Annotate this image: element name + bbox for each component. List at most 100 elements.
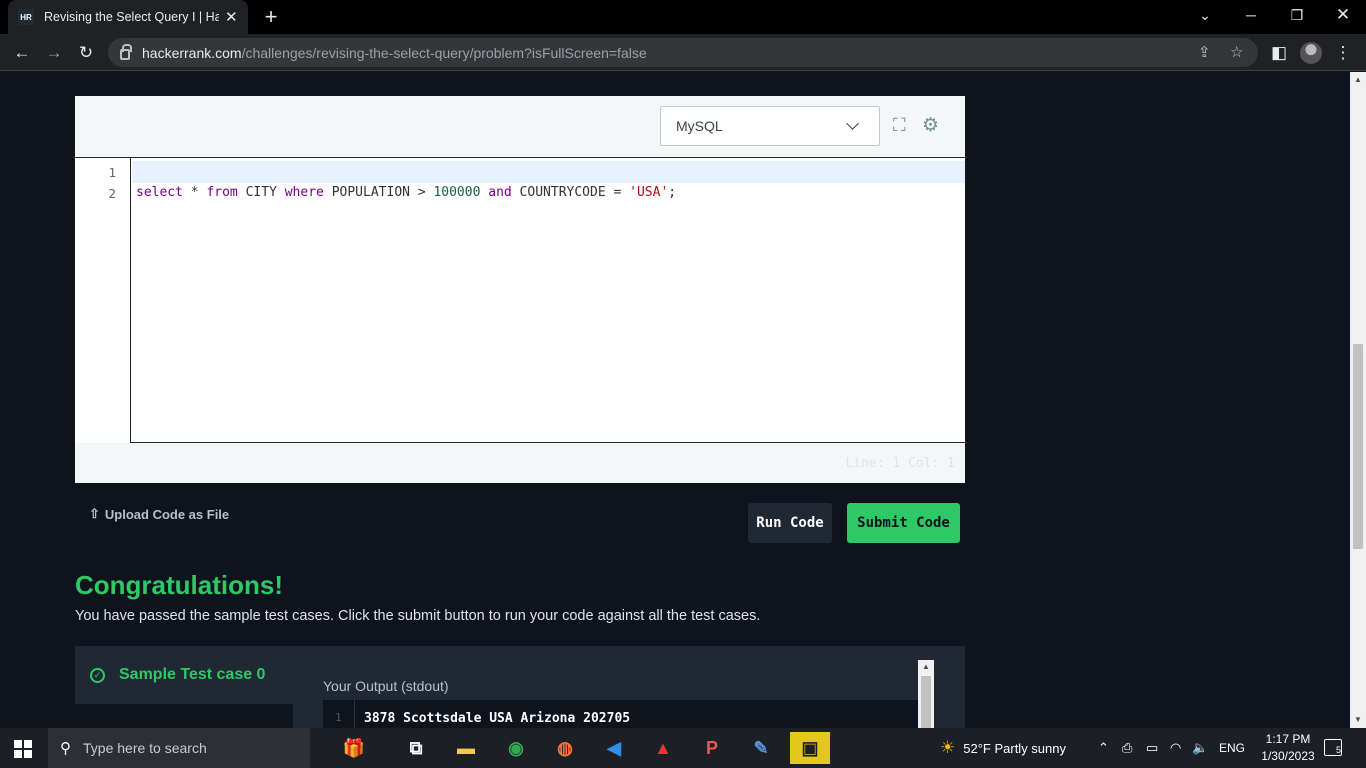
- output-line-number: 1: [335, 711, 342, 724]
- firefox-icon[interactable]: ◍: [545, 732, 585, 764]
- gear-icon[interactable]: ⚙: [922, 114, 939, 137]
- scroll-down-arrow-icon[interactable]: ▼: [1354, 715, 1362, 724]
- taskbar-search[interactable]: ⚲ Type here to search: [48, 728, 310, 768]
- taskbar-search-placeholder: Type here to search: [83, 740, 207, 756]
- active-line-highlight: [132, 161, 965, 183]
- search-icon: ⚲: [60, 740, 71, 757]
- output-box: 1 3878 Scottsdale USA Arizona 202705: [323, 700, 918, 728]
- vscode-icon[interactable]: ◀: [594, 732, 634, 764]
- keyword-token: where: [284, 185, 324, 200]
- gift-icon[interactable]: 🎁: [328, 732, 380, 764]
- output-label: Your Output (stdout): [323, 678, 449, 694]
- weather-text: 52°F Partly sunny: [963, 740, 1066, 756]
- tab-close-icon[interactable]: ✕: [225, 8, 238, 26]
- keyword-token: and: [488, 185, 512, 200]
- code-token: ;: [668, 185, 677, 200]
- file-explorer-icon[interactable]: ▬: [446, 732, 486, 764]
- mysql-workbench-icon[interactable]: ✎: [741, 732, 781, 764]
- tab-title: Revising the Select Query I | HackerRank: [44, 10, 219, 24]
- browser-tab[interactable]: HR Revising the Select Query I | HackerR…: [8, 0, 248, 34]
- code-line[interactable]: select * from CITY where POPULATION > 10…: [136, 185, 676, 200]
- url-path: /challenges/revising-the-select-query/pr…: [241, 44, 647, 61]
- battery-icon[interactable]: ▭: [1146, 728, 1158, 768]
- weather-icon: ☀: [940, 738, 956, 757]
- clock-time: 1:17 PM: [1265, 732, 1311, 746]
- meet-icon[interactable]: ⎙: [1122, 728, 1132, 768]
- number-token: 100000: [433, 185, 481, 200]
- editor-status-bar: Line: 1 Col: 1: [75, 443, 965, 483]
- active-app-icon[interactable]: ▣: [790, 732, 830, 764]
- close-window-icon[interactable]: ✕: [1320, 0, 1366, 30]
- check-circle-icon: ✓: [90, 667, 105, 683]
- result-title: Congratulations!: [75, 570, 283, 600]
- notification-count: 5: [1335, 745, 1341, 755]
- test-results-panel: ✓ Sample Test case 0 Your Output (stdout…: [75, 646, 965, 728]
- upload-code-link[interactable]: ⇧ Upload Code as File: [89, 506, 229, 522]
- line-number: 2: [108, 186, 116, 201]
- tab-search-chevron-icon[interactable]: ⌄: [1182, 0, 1228, 30]
- language-select-value: MySQL: [676, 118, 723, 134]
- language-select[interactable]: MySQL: [660, 106, 880, 146]
- address-bar[interactable]: hackerrank.com/challenges/revising-the-s…: [108, 38, 1258, 67]
- code-token: CITY: [237, 185, 285, 200]
- lock-icon[interactable]: [120, 44, 132, 60]
- editor-toolbar: MySQL ⛶ ⚙: [75, 96, 965, 158]
- page-scrollbar[interactable]: ▲ ▼: [1350, 72, 1366, 728]
- code-token: COUNTRYCODE =: [511, 185, 630, 200]
- cursor-position: Line: 1 Col: 1: [845, 456, 955, 471]
- page-scroll-thumb[interactable]: [1353, 344, 1363, 549]
- result-message: You have passed the sample test cases. C…: [75, 608, 761, 624]
- menu-kebab-icon[interactable]: ⋮: [1330, 40, 1356, 66]
- output-line: 3878 Scottsdale USA Arizona 202705: [364, 711, 631, 726]
- upload-label: Upload Code as File: [104, 506, 230, 522]
- profile-avatar[interactable]: [1300, 42, 1322, 64]
- code-area[interactable]: 1 2 select * from CITY where POPULATION …: [75, 158, 965, 443]
- notification-icon[interactable]: 5: [1324, 739, 1342, 756]
- string-token: 'USA': [629, 185, 669, 200]
- browser-toolbar: ← → ↻ hackerrank.com/challenges/revising…: [0, 34, 1366, 71]
- wifi-icon[interactable]: ◠: [1170, 728, 1181, 768]
- share-icon[interactable]: ⇪: [1198, 43, 1211, 61]
- chevron-up-icon[interactable]: ⌃: [1098, 728, 1109, 768]
- scroll-up-arrow-icon[interactable]: ▲: [922, 662, 930, 671]
- bookmark-star-icon[interactable]: ☆: [1230, 43, 1243, 61]
- windows-start-icon[interactable]: [14, 740, 32, 758]
- clock-date: 1/30/2023: [1261, 749, 1315, 763]
- keyword-token: from: [206, 185, 238, 200]
- clock[interactable]: 1:17 PM 1/30/2023: [1255, 731, 1321, 765]
- keyword-token: select: [136, 185, 183, 200]
- output-scroll-thumb[interactable]: [921, 676, 931, 728]
- code-editor: MySQL ⛶ ⚙ 1 2 select * from CITY where P…: [75, 96, 965, 483]
- code-token: POPULATION >: [323, 185, 434, 200]
- task-view-icon[interactable]: ⧉: [396, 732, 436, 764]
- browser-tabbar: HR Revising the Select Query I | HackerR…: [0, 0, 1366, 34]
- testcase-list-spacer: [75, 704, 293, 728]
- back-arrow-icon[interactable]: ←: [9, 40, 35, 66]
- reload-icon[interactable]: ↻: [73, 40, 99, 66]
- output-gutter-divider: [354, 700, 355, 728]
- side-panel-icon[interactable]: ◧: [1266, 40, 1292, 66]
- forward-arrow-icon[interactable]: →: [41, 40, 67, 66]
- minimize-icon[interactable]: ─: [1228, 0, 1274, 30]
- language-indicator[interactable]: ENG: [1219, 728, 1245, 768]
- testcase-tab[interactable]: ✓ Sample Test case 0: [75, 646, 293, 704]
- chrome-icon[interactable]: ◉: [496, 732, 536, 764]
- postman-icon[interactable]: P: [692, 732, 732, 764]
- output-scrollbar[interactable]: ▲: [918, 660, 934, 728]
- fullscreen-icon[interactable]: ⛶: [893, 115, 906, 136]
- taskbar: ⚲ Type here to search 🎁 ⧉ ▬ ◉ ◍ ◀ ▲ P ✎ …: [0, 728, 1366, 768]
- chevron-down-icon: [846, 117, 859, 130]
- page-content: MySQL ⛶ ⚙ 1 2 select * from CITY where P…: [0, 72, 1350, 728]
- code-token: *: [182, 185, 207, 200]
- restore-icon[interactable]: ❐: [1274, 0, 1320, 30]
- weather-widget[interactable]: ☀ 52°F Partly sunny: [940, 728, 1066, 768]
- upload-icon: ⇧: [89, 506, 100, 521]
- volume-icon[interactable]: 🔈: [1192, 728, 1208, 768]
- run-code-button[interactable]: Run Code: [748, 503, 832, 543]
- testcase-list: ✓ Sample Test case 0: [75, 646, 293, 728]
- line-gutter: 1 2: [75, 158, 131, 443]
- acrobat-icon[interactable]: ▲: [643, 732, 683, 764]
- scroll-up-arrow-icon[interactable]: ▲: [1354, 75, 1362, 84]
- submit-code-button[interactable]: Submit Code: [847, 503, 960, 543]
- new-tab-plus-icon[interactable]: +: [258, 4, 284, 30]
